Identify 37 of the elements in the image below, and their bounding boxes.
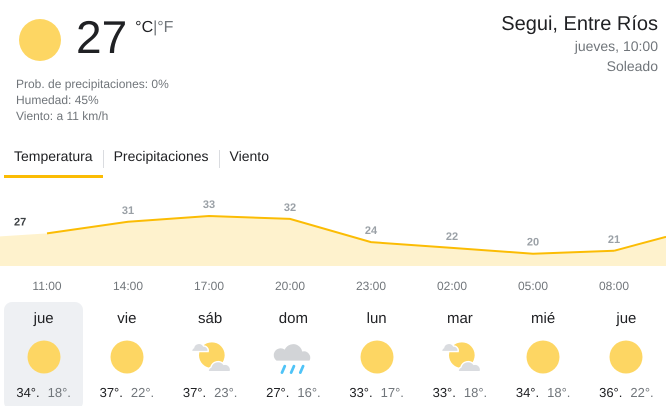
hour-label: 23:00 — [356, 279, 386, 293]
temperature-label: 24 — [364, 225, 378, 238]
unit-separator: | — [153, 18, 158, 38]
forecast-day[interactable]: vie 37°. 22°. — [87, 302, 166, 406]
temperature-label: 20 — [526, 236, 540, 249]
temperature-label: 21 — [608, 234, 620, 246]
weather-condition: Soleado — [606, 57, 658, 76]
hour-label: 08:00 — [598, 279, 630, 293]
hour-label: 05:00 — [518, 279, 548, 293]
weather-detail: Viento: a 11 km/h — [16, 108, 110, 124]
hour-label: 02:00 — [436, 279, 468, 293]
temperature-label: 33 — [202, 199, 216, 211]
hour-label: 20:00 — [274, 279, 306, 293]
hour-label: 14:00 — [112, 279, 144, 293]
forecast-day[interactable]: sáb 37°. 23°. — [170, 302, 250, 406]
temperature-label: 31 — [122, 204, 134, 217]
tab[interactable]: Viento — [220, 140, 279, 178]
forecast-day[interactable]: jue 34°. 18°. — [4, 302, 84, 406]
forecast-day[interactable]: lun 33°. 17°. — [337, 302, 416, 406]
hour-label: 11:00 — [32, 279, 62, 293]
forecast-day[interactable]: mié 34°. 18°. — [504, 302, 583, 406]
temperature-label: 22 — [446, 230, 458, 243]
hour-label: 17:00 — [194, 279, 224, 293]
unit-toggle[interactable]: °F — [157, 16, 174, 40]
temperature-label: 27 — [14, 216, 26, 228]
location-name: Segui, Entre Ríos — [501, 12, 658, 36]
forecast-day[interactable]: jue 36°. 22°. — [586, 302, 666, 406]
weather-detail: Humedad: 45% — [16, 92, 100, 108]
current-temperature: 27 — [76, 12, 128, 62]
unit-toggle[interactable]: °C — [135, 16, 154, 40]
tab[interactable]: Temperatura — [4, 140, 103, 178]
weather-detail: Prob. de precipitaciones: 0% — [16, 76, 170, 92]
forecast-day[interactable]: mar 33°. 18°. — [420, 302, 500, 406]
temperature-label: 32 — [284, 202, 296, 214]
forecast-day[interactable]: dom 27°. 16°. — [254, 302, 333, 406]
tab[interactable]: Precipitaciones — [104, 140, 219, 178]
date-time: jueves, 10:00 — [573, 37, 658, 56]
